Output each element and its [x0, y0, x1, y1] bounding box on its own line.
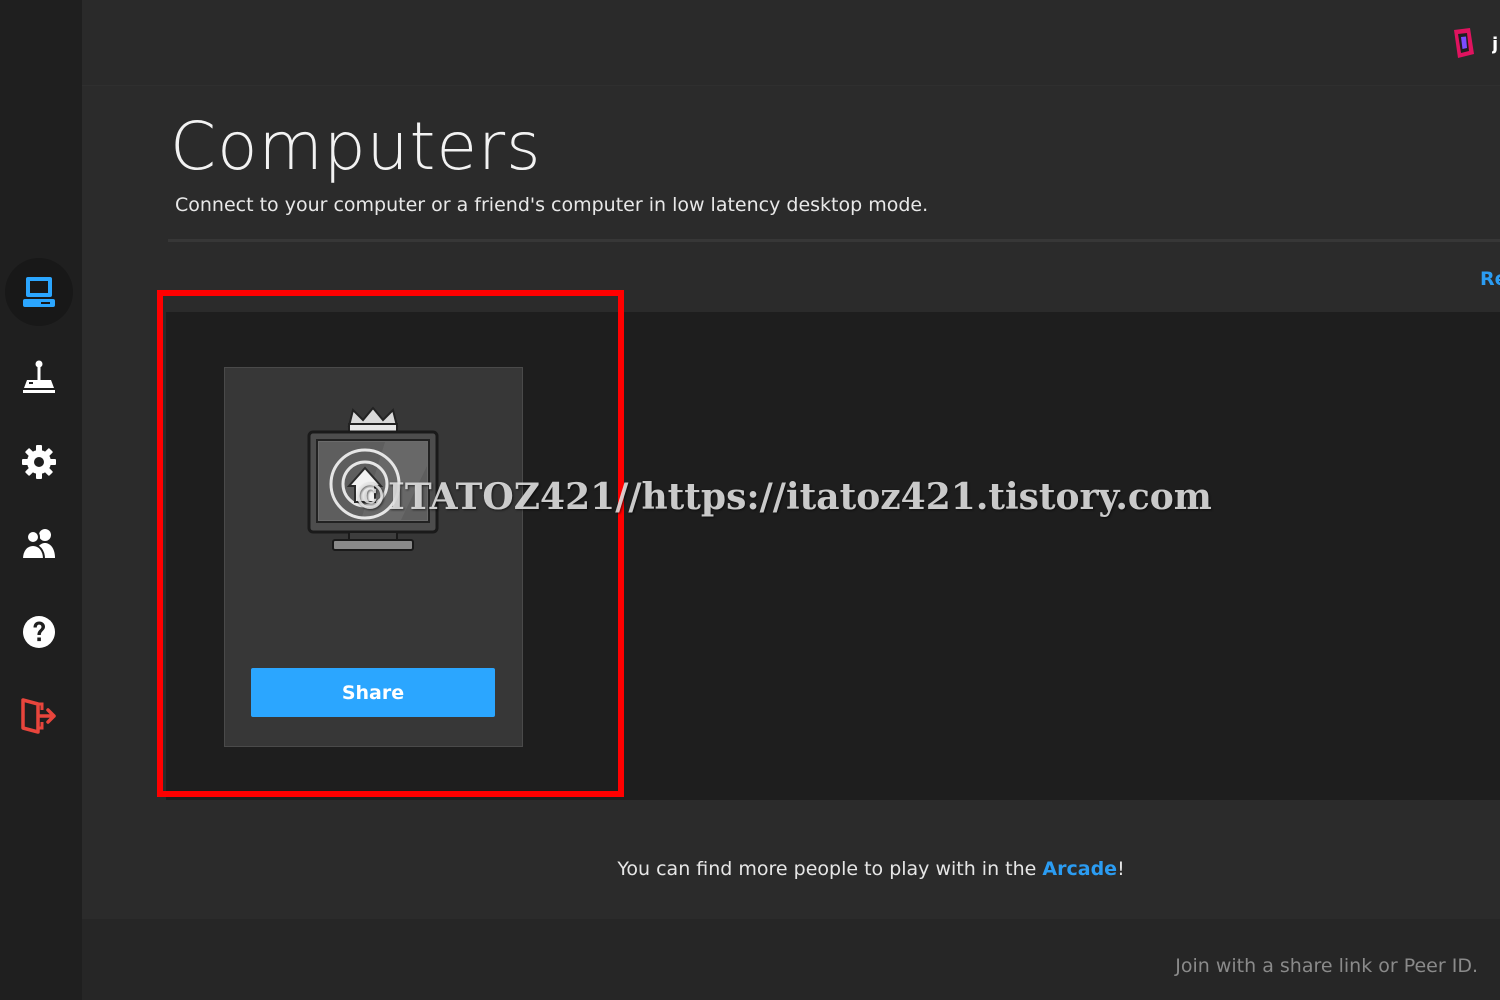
help-icon [23, 616, 55, 648]
arcade-note-suffix: ! [1117, 858, 1125, 880]
app-logo-icon [1454, 28, 1474, 58]
sidebar-item-help[interactable] [5, 598, 73, 666]
sidebar-item-logout[interactable] [5, 682, 73, 750]
user-name[interactable]: j [1492, 34, 1500, 55]
sidebar-item-settings[interactable] [5, 428, 73, 496]
refresh-link[interactable]: Re [1480, 268, 1500, 290]
computer-icon [23, 277, 55, 307]
logout-icon [21, 698, 56, 734]
computer-card: Share [224, 367, 523, 747]
sidebar-item-friends[interactable] [5, 510, 73, 578]
sidebar-item-computers[interactable] [5, 258, 73, 326]
gear-icon [22, 445, 56, 479]
top-bar: j [82, 0, 1500, 86]
page-subtitle: Connect to your computer or a friend's c… [175, 194, 929, 216]
sidebar [0, 0, 82, 1000]
home-computer-icon [307, 406, 439, 551]
arcade-note-prefix: You can find more people to play with in… [617, 858, 1043, 880]
arcade-link[interactable]: Arcade [1042, 858, 1117, 880]
sidebar-item-games[interactable] [5, 343, 73, 411]
joystick-icon [23, 360, 55, 393]
arcade-note: You can find more people to play with in… [82, 858, 1500, 880]
share-button[interactable]: Share [251, 668, 495, 717]
page-title: Computers [170, 108, 542, 185]
main-content: Computers Connect to your computer or a … [82, 86, 1500, 919]
divider [168, 239, 1500, 242]
friends-icon [21, 529, 55, 560]
join-peer-link[interactable]: Join with a share link or Peer ID. [1175, 955, 1478, 977]
